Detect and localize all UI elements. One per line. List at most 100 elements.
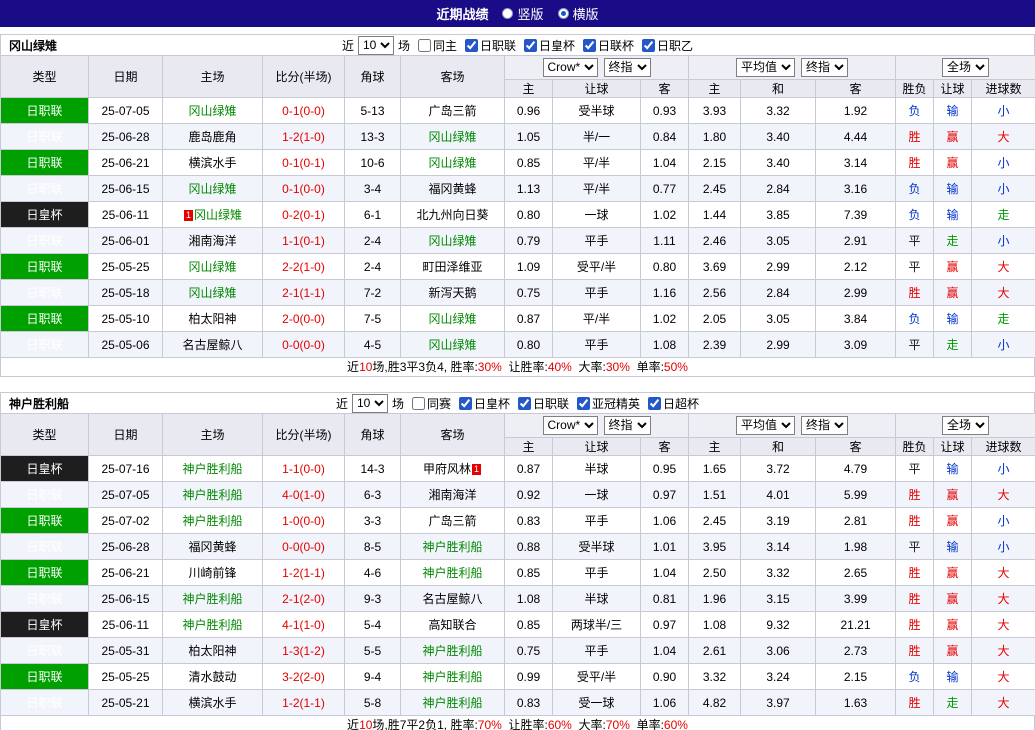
handicap-result-cell: 赢 bbox=[934, 150, 972, 176]
corner-cell: 4-6 bbox=[345, 560, 401, 586]
handicap-cell: 平手 bbox=[553, 332, 641, 358]
league-checkbox[interactable] bbox=[459, 397, 472, 410]
away-team-cell: 神户胜利船 bbox=[401, 560, 505, 586]
home-team-cell: 神户胜利船 bbox=[163, 508, 263, 534]
score-cell: 0-1(0-0) bbox=[263, 176, 345, 202]
euro-away-odds-cell: 2.65 bbox=[816, 560, 896, 586]
euro-draw-odds-cell: 3.06 bbox=[741, 638, 816, 664]
league-filter[interactable]: 日职联 bbox=[514, 395, 569, 412]
euro-draw-odds-cell: 9.32 bbox=[741, 612, 816, 638]
asian-away-odds-cell: 1.16 bbox=[641, 280, 689, 306]
league-checkbox[interactable] bbox=[518, 397, 531, 410]
league-checkbox[interactable] bbox=[465, 39, 478, 52]
scope-select[interactable]: 全场 bbox=[942, 416, 989, 435]
score-cell: 2-1(2-0) bbox=[263, 586, 345, 612]
score-cell: 2-0(0-0) bbox=[263, 306, 345, 332]
result-cell: 胜 bbox=[896, 690, 934, 716]
euro-source-select[interactable]: 平均值 bbox=[736, 58, 795, 77]
goals-result-cell: 小 bbox=[972, 508, 1035, 534]
same-checkbox[interactable] bbox=[418, 39, 431, 52]
home-team-text: 湘南海洋 bbox=[188, 234, 236, 248]
league-checkbox[interactable] bbox=[583, 39, 596, 52]
recent-count-select[interactable]: 10 bbox=[358, 36, 394, 55]
handicap-cell: 平/半 bbox=[553, 306, 641, 332]
league-filter[interactable]: 亚冠精英 bbox=[573, 395, 640, 412]
same-filter[interactable]: 同主 bbox=[414, 37, 457, 54]
league-filter[interactable]: 日皇杯 bbox=[520, 37, 575, 54]
scope-select[interactable]: 全场 bbox=[942, 58, 989, 77]
goals-result-cell: 走 bbox=[972, 202, 1035, 228]
match-type-cell: 日职联 bbox=[1, 560, 89, 586]
away-team-cell: 广岛三箭 bbox=[401, 508, 505, 534]
score-cell: 1-2(1-0) bbox=[263, 124, 345, 150]
sub-column-header: 让球 bbox=[934, 437, 972, 455]
home-team-cell: 川崎前锋 bbox=[163, 560, 263, 586]
league-filter[interactable]: 日职乙 bbox=[638, 37, 693, 54]
asian-away-odds-cell: 0.95 bbox=[641, 456, 689, 482]
league-filter[interactable]: 日皇杯 bbox=[455, 395, 510, 412]
asian-source-select[interactable]: Crow* bbox=[543, 416, 598, 435]
league-filter[interactable]: 日联杯 bbox=[579, 37, 634, 54]
euro-draw-odds-cell: 2.99 bbox=[741, 254, 816, 280]
title-bar: 近期战绩 竖版 横版 bbox=[0, 0, 1035, 27]
recent-count-select[interactable]: 10 bbox=[352, 394, 388, 413]
euro-type-select[interactable]: 终指 bbox=[801, 58, 848, 77]
asian-type-select[interactable]: 终指 bbox=[604, 416, 651, 435]
layout-radio-horizontal[interactable]: 横版 bbox=[558, 4, 599, 23]
date-cell: 25-05-25 bbox=[89, 664, 163, 690]
handicap-result-cell: 输 bbox=[934, 202, 972, 228]
euro-away-odds-cell: 4.44 bbox=[816, 124, 896, 150]
goals-result-cell: 大 bbox=[972, 280, 1035, 306]
radio-selected-icon[interactable] bbox=[558, 8, 569, 19]
same-filter-label: 同主 bbox=[433, 37, 457, 54]
handicap-cell: 平手 bbox=[553, 508, 641, 534]
asian-odds-header: Crow* 终指 bbox=[505, 56, 689, 80]
match-type-cell: 日皇杯 bbox=[1, 456, 89, 482]
league-filter[interactable]: 日超杯 bbox=[644, 395, 699, 412]
results-table: 类型日期主场比分(半场)角球客场Crow*终指平均值终指全场主让球客主和客胜负让… bbox=[0, 55, 1035, 358]
euro-home-odds-cell: 2.56 bbox=[689, 280, 741, 306]
euro-type-select[interactable]: 终指 bbox=[801, 416, 848, 435]
summary-text: 60% bbox=[664, 718, 688, 730]
date-cell: 25-06-15 bbox=[89, 176, 163, 202]
radio-unselected-icon[interactable] bbox=[502, 8, 513, 19]
euro-home-odds-cell: 2.61 bbox=[689, 638, 741, 664]
result-cell: 负 bbox=[896, 98, 934, 124]
corner-cell: 5-8 bbox=[345, 690, 401, 716]
match-type-cell: 日职联 bbox=[1, 150, 89, 176]
same-filter[interactable]: 同赛 bbox=[408, 395, 451, 412]
league-checkbox[interactable] bbox=[648, 397, 661, 410]
handicap-cell: 平/半 bbox=[553, 176, 641, 202]
sub-column-header: 让球 bbox=[553, 437, 641, 455]
goals-result-cell: 走 bbox=[972, 306, 1035, 332]
score-cell: 1-1(0-0) bbox=[263, 456, 345, 482]
summary-text: 70% bbox=[606, 718, 630, 730]
away-team-cell: 冈山绿雉 bbox=[401, 228, 505, 254]
league-filter-label: 亚冠精英 bbox=[592, 395, 640, 412]
league-filter-label: 日皇杯 bbox=[474, 395, 510, 412]
asian-away-odds-cell: 1.06 bbox=[641, 690, 689, 716]
away-team-cell: 冈山绿雉 bbox=[401, 306, 505, 332]
match-row: 日职联25-05-25冈山绿雉2-2(1-0)2-4町田泽维亚1.09受平/半0… bbox=[1, 254, 1035, 280]
euro-draw-odds-cell: 3.97 bbox=[741, 690, 816, 716]
goals-result-cell: 大 bbox=[972, 664, 1035, 690]
league-checkbox[interactable] bbox=[642, 39, 655, 52]
date-cell: 25-06-21 bbox=[89, 560, 163, 586]
goals-result-cell: 小 bbox=[972, 534, 1035, 560]
match-type-cell: 日职联 bbox=[1, 306, 89, 332]
league-checkbox[interactable] bbox=[524, 39, 537, 52]
page-title: 近期战绩 bbox=[436, 4, 488, 23]
rank-badge: 1 bbox=[472, 464, 481, 475]
same-checkbox[interactable] bbox=[412, 397, 425, 410]
handicap-result-cell: 赢 bbox=[934, 586, 972, 612]
league-checkbox[interactable] bbox=[577, 397, 590, 410]
asian-odds-header: Crow* 终指 bbox=[505, 414, 689, 438]
home-team-text: 冈山绿雉 bbox=[194, 208, 242, 222]
euro-source-select[interactable]: 平均值 bbox=[736, 416, 795, 435]
result-cell: 平 bbox=[896, 254, 934, 280]
asian-source-select[interactable]: Crow* bbox=[543, 58, 598, 77]
league-filter[interactable]: 日职联 bbox=[461, 37, 516, 54]
layout-radio-vertical[interactable]: 竖版 bbox=[502, 4, 543, 23]
asian-type-select[interactable]: 终指 bbox=[604, 58, 651, 77]
sub-column-header: 和 bbox=[741, 437, 816, 455]
